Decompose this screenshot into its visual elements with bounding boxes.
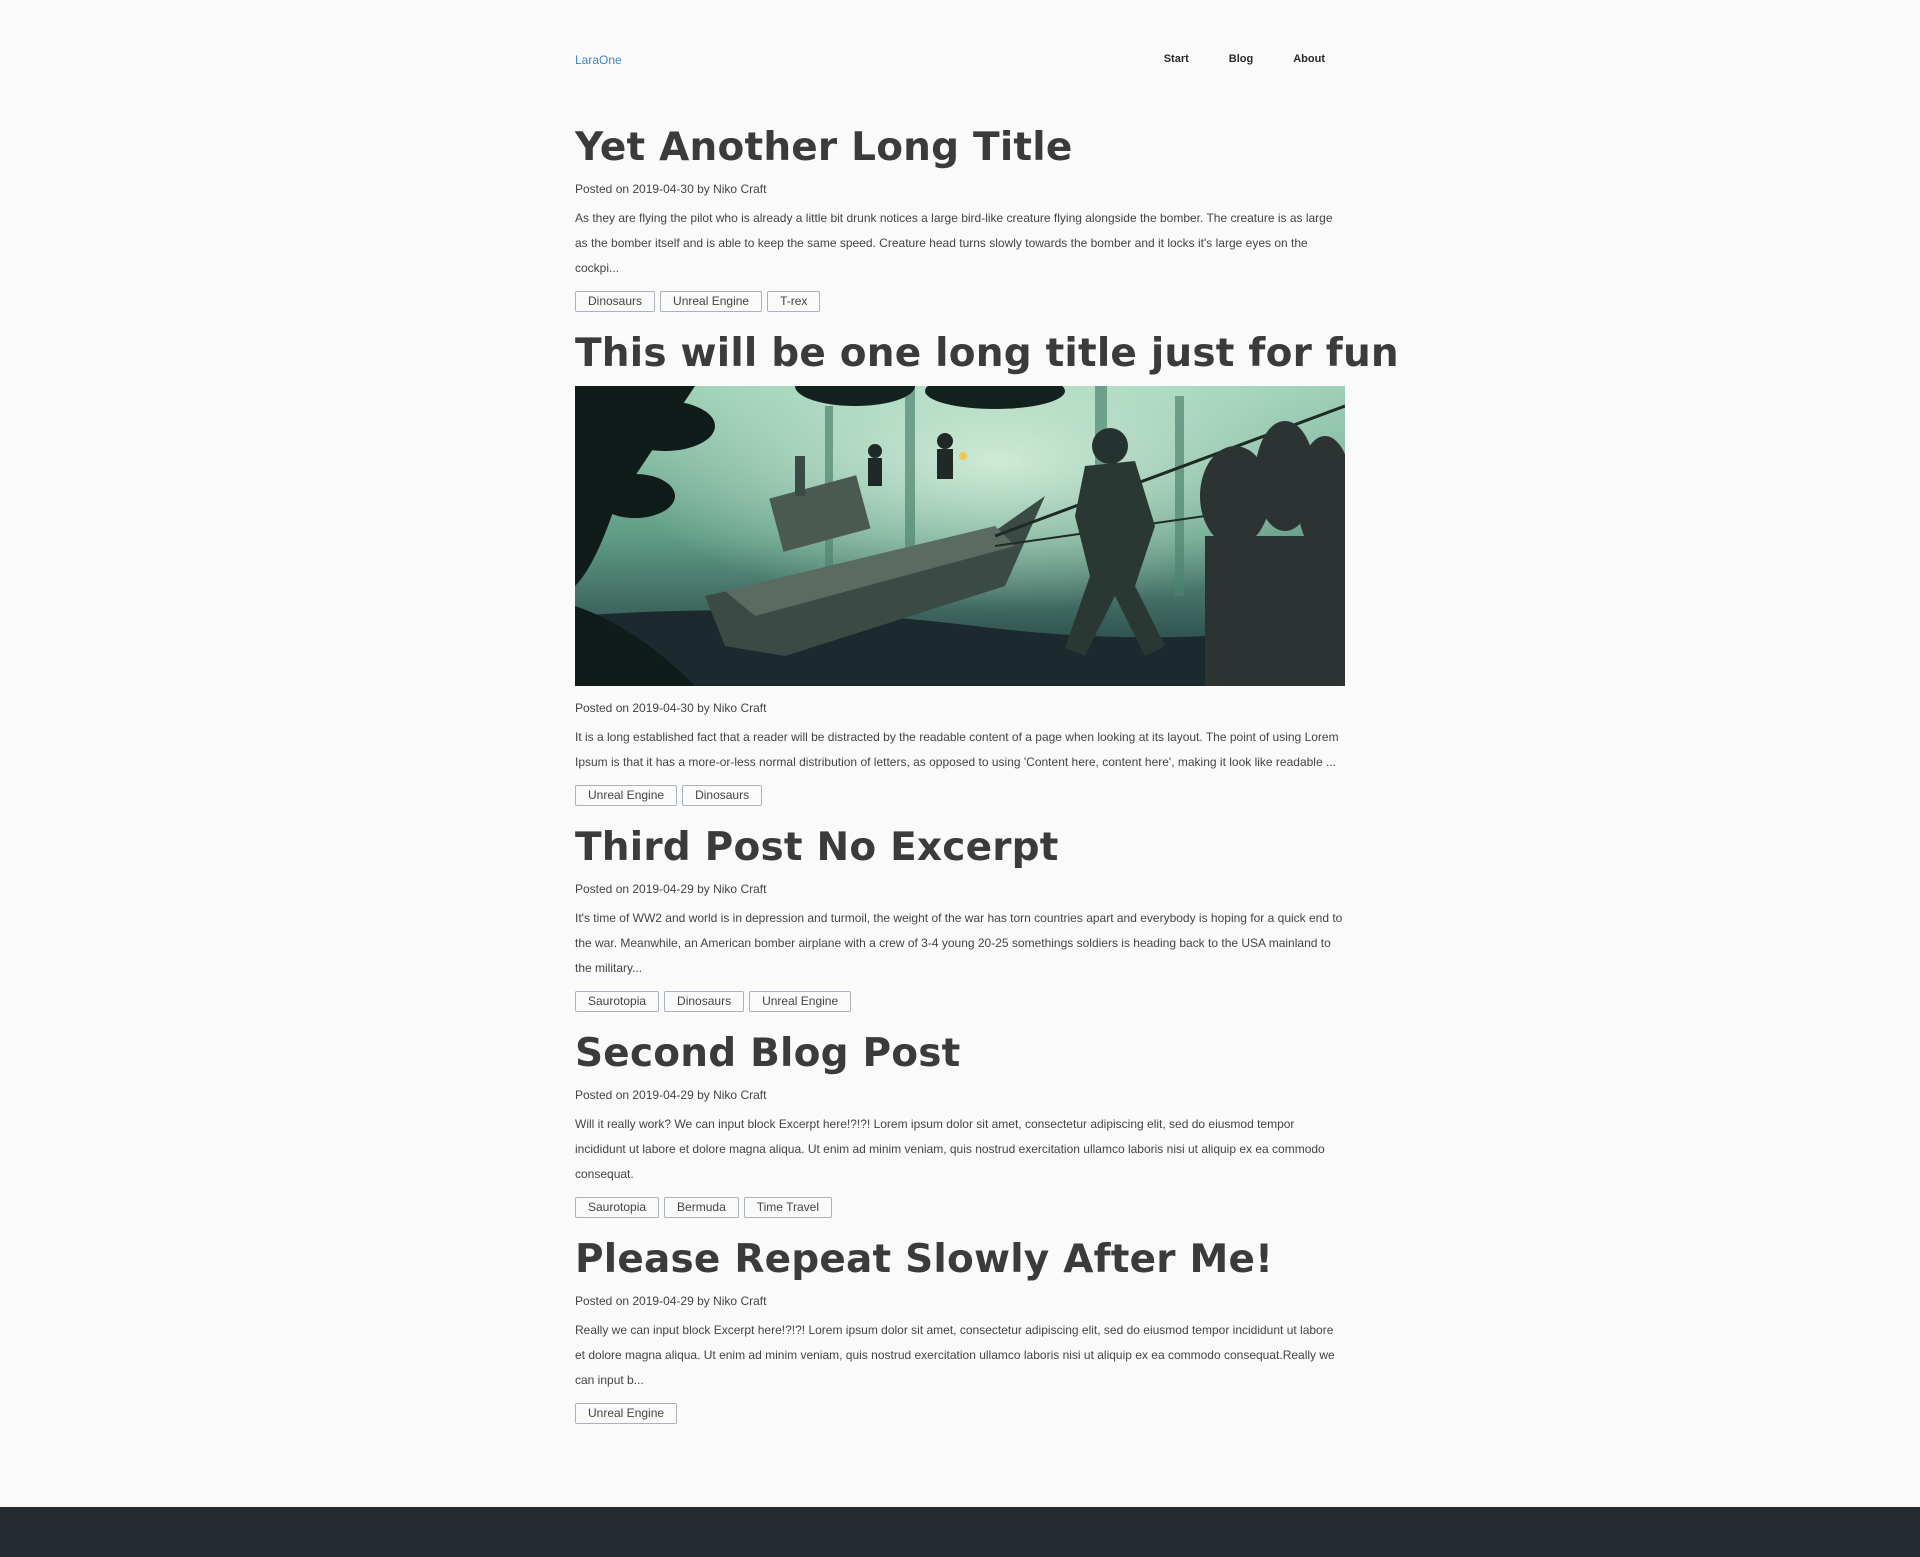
post-excerpt: It's time of WW2 and world is in depress… xyxy=(575,911,1343,975)
post-meta: Posted on 2019-04-30 by Niko Craft xyxy=(575,182,767,196)
post-title: Yet Another Long Title xyxy=(575,120,1345,176)
tag-list: Dinosaurs Unreal Engine T-rex xyxy=(575,291,1345,312)
post-card: Second Blog Post Posted on 2019-04-29 by… xyxy=(575,1026,1345,1218)
tag-list: Saurotopia Bermuda Time Travel xyxy=(575,1197,1345,1218)
tag[interactable]: Unreal Engine xyxy=(575,1403,678,1424)
brand-link[interactable]: LaraOne xyxy=(575,53,622,67)
post-title: Please Repeat Slowly After Me! xyxy=(575,1232,1345,1288)
post-title-link[interactable]: This will be one long title just for fun xyxy=(575,331,1399,376)
tag[interactable]: T-rex xyxy=(767,291,821,312)
nav-about[interactable]: About xyxy=(1293,53,1325,65)
tag[interactable]: Saurotopia xyxy=(575,1197,660,1218)
post-excerpt: Really we can input block Excerpt here!?… xyxy=(575,1323,1335,1387)
post-card: Please Repeat Slowly After Me! Posted on… xyxy=(575,1232,1345,1424)
post-card: Yet Another Long Title Posted on 2019-04… xyxy=(575,120,1345,312)
post-meta: Posted on 2019-04-29 by Niko Craft xyxy=(575,1088,767,1102)
tag[interactable]: Dinosaurs xyxy=(682,785,763,806)
post-card: This will be one long title just for fun xyxy=(575,326,1399,806)
tag[interactable]: Dinosaurs xyxy=(664,991,745,1012)
post-excerpt: Will it really work? We can input block … xyxy=(575,1117,1325,1181)
post-title-link[interactable]: Please Repeat Slowly After Me! xyxy=(575,1237,1273,1282)
jungle-boat-illustration xyxy=(575,386,1345,686)
tag-list: Saurotopia Dinosaurs Unreal Engine xyxy=(575,991,1345,1012)
site-header: LaraOne Start Blog About xyxy=(575,0,1345,120)
post-card: Third Post No Excerpt Posted on 2019-04-… xyxy=(575,820,1345,1012)
page-container: LaraOne Start Blog About Yet Another Lon… xyxy=(575,0,1399,1438)
post-meta: Posted on 2019-04-29 by Niko Craft xyxy=(575,1294,767,1308)
tag[interactable]: Unreal Engine xyxy=(749,991,852,1012)
post-meta: Posted on 2019-04-30 by Niko Craft xyxy=(575,701,767,715)
site-footer xyxy=(0,1507,1920,1557)
post-title: Third Post No Excerpt xyxy=(575,820,1345,876)
nav-start[interactable]: Start xyxy=(1164,53,1189,65)
post-title-link[interactable]: Yet Another Long Title xyxy=(575,125,1072,170)
tag[interactable]: Saurotopia xyxy=(575,991,660,1012)
nav-blog[interactable]: Blog xyxy=(1229,53,1253,65)
tag[interactable]: Unreal Engine xyxy=(575,785,678,806)
post-title: Second Blog Post xyxy=(575,1026,1345,1082)
main-nav: Start Blog About xyxy=(1164,53,1325,65)
post-title: This will be one long title just for fun xyxy=(575,326,1399,382)
tag[interactable]: Bermuda xyxy=(664,1197,739,1218)
post-excerpt: As they are flying the pilot who is alre… xyxy=(575,211,1333,275)
tag[interactable]: Unreal Engine xyxy=(660,291,763,312)
post-title-link[interactable]: Third Post No Excerpt xyxy=(575,825,1059,870)
post-excerpt: It is a long established fact that a rea… xyxy=(575,730,1339,769)
tag-list: Unreal Engine Dinosaurs xyxy=(575,785,1345,806)
post-featured-image[interactable] xyxy=(575,386,1345,686)
post-title-link[interactable]: Second Blog Post xyxy=(575,1031,961,1076)
tag[interactable]: Time Travel xyxy=(743,1197,832,1218)
post-meta: Posted on 2019-04-29 by Niko Craft xyxy=(575,882,767,896)
tag-list: Unreal Engine xyxy=(575,1403,1345,1424)
tag[interactable]: Dinosaurs xyxy=(575,291,656,312)
